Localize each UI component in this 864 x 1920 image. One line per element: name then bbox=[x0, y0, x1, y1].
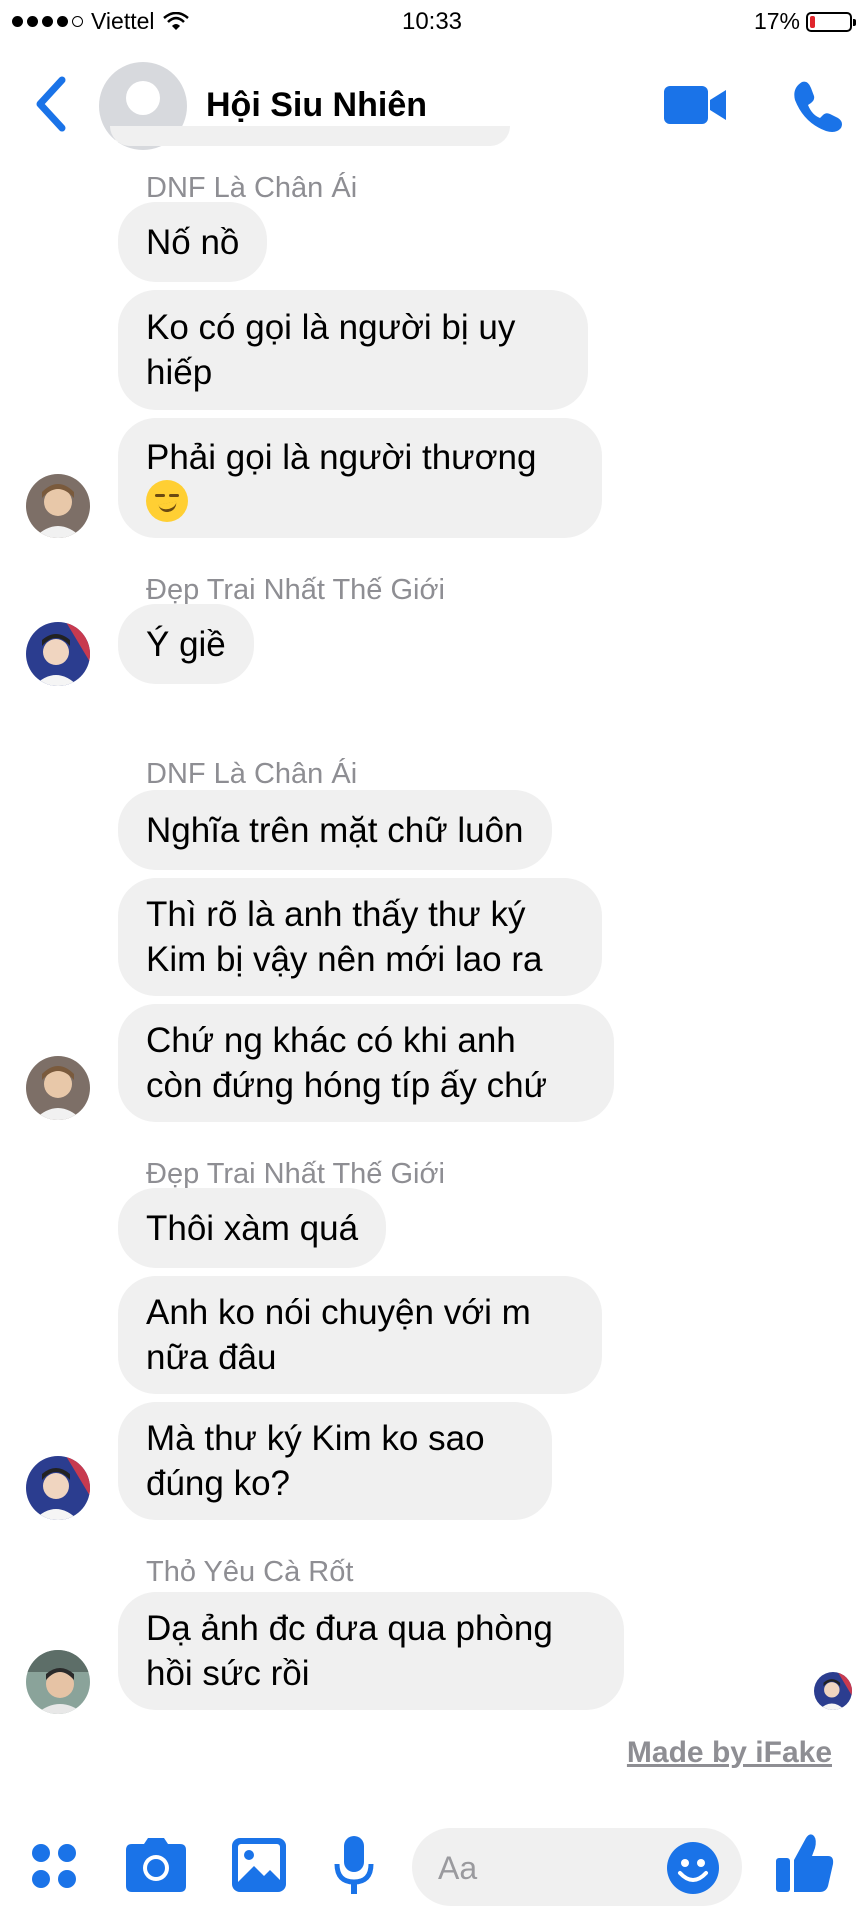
video-call-icon[interactable] bbox=[662, 82, 728, 128]
sender-name: DNF Là Chân Ái bbox=[146, 172, 358, 204]
status-bar: Viettel 10:33 17% bbox=[0, 0, 864, 48]
message-bubble[interactable]: Ý giề bbox=[118, 604, 254, 684]
message-bubble[interactable]: Anh ko nói chuyện với m nữa đâu bbox=[118, 1276, 602, 1394]
avatar[interactable] bbox=[26, 622, 90, 686]
made-by-link[interactable]: Made by iFake bbox=[627, 1736, 832, 1770]
emoji-icon[interactable] bbox=[666, 1841, 720, 1895]
message-bubble[interactable]: Dạ ảnh đc đưa qua phòng hồi sức rồi bbox=[118, 1592, 624, 1710]
composer-bar bbox=[0, 1818, 864, 1918]
sender-name: Đẹp Trai Nhất Thế Giới bbox=[146, 1158, 445, 1190]
gallery-icon[interactable] bbox=[232, 1838, 286, 1892]
status-time: 10:33 bbox=[401, 8, 463, 35]
chat-header: Hội Siu Nhiên bbox=[0, 48, 864, 166]
message-input[interactable] bbox=[436, 1828, 660, 1908]
like-thumb-icon[interactable] bbox=[776, 1832, 834, 1894]
message-bubble[interactable]: Ko có gọi là người bị uy hiếp bbox=[118, 290, 588, 410]
battery-area: 17% bbox=[753, 8, 856, 35]
camera-icon[interactable] bbox=[126, 1838, 186, 1892]
apps-grid-icon[interactable] bbox=[30, 1842, 78, 1890]
back-arrow-icon[interactable] bbox=[28, 74, 78, 134]
avatar[interactable] bbox=[26, 1056, 90, 1120]
message-bubble[interactable]: Chứ ng khác có khi anh còn đứng hóng típ… bbox=[118, 1004, 614, 1122]
avatar[interactable] bbox=[26, 474, 90, 538]
avatar[interactable] bbox=[26, 1456, 90, 1520]
battery-icon bbox=[806, 11, 856, 32]
message-composer[interactable] bbox=[412, 1828, 742, 1908]
smirking-face-icon bbox=[146, 479, 188, 522]
sender-name: DNF Là Chân Ái bbox=[146, 758, 358, 790]
phone-call-icon[interactable] bbox=[790, 78, 846, 134]
message-bubble[interactable]: Nghĩa trên mặt chữ luôn bbox=[118, 790, 552, 870]
seen-avatar bbox=[814, 1672, 852, 1710]
battery-percent: 17% bbox=[753, 8, 800, 34]
microphone-icon[interactable] bbox=[334, 1836, 374, 1896]
message-bubble[interactable]: Thôi xàm quá bbox=[118, 1188, 387, 1268]
message-bubble[interactable]: Mà thư ký Kim ko sao đúng ko? bbox=[118, 1402, 552, 1520]
message-bubble[interactable]: Phải gọi là người thương bbox=[118, 418, 602, 538]
sender-name: Đẹp Trai Nhất Thế Giới bbox=[146, 574, 445, 606]
message-bubble[interactable]: Nố nồ bbox=[118, 202, 268, 282]
message-bubble[interactable]: Thì rõ là anh thấy thư ký Kim bị vậy nên… bbox=[118, 878, 602, 996]
chat-title[interactable]: Hội Siu Nhiên bbox=[206, 86, 427, 125]
sender-name: Thỏ Yêu Cà Rốt bbox=[146, 1556, 354, 1588]
avatar[interactable] bbox=[26, 1650, 90, 1714]
partial-bubble bbox=[110, 126, 510, 146]
